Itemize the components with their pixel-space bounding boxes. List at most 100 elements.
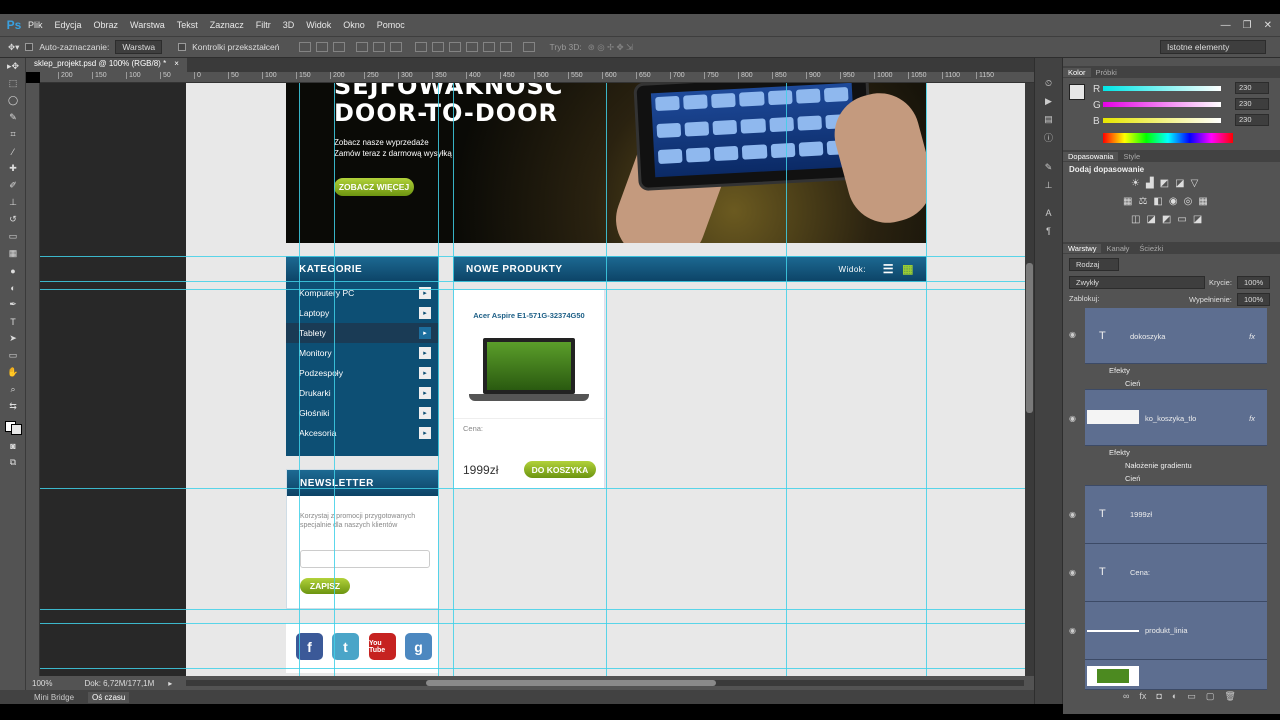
swap-colors-icon[interactable]: ⇆ — [0, 398, 26, 415]
vibrance-icon[interactable]: ▽ — [1191, 178, 1199, 189]
menu-item-file[interactable]: Plik — [28, 20, 43, 30]
restore-button[interactable]: ❐ — [1243, 20, 1252, 31]
workspace-dropdown[interactable]: Istotne elementy — [1160, 40, 1266, 54]
quick-select-tool-icon[interactable]: ✎ — [0, 109, 26, 126]
blue-value[interactable]: 230 — [1235, 114, 1269, 126]
zoom-tool-icon[interactable]: ⌕ — [0, 381, 26, 398]
fill-input[interactable]: 100% — [1237, 293, 1271, 306]
layer-row[interactable]: produkt_linia — [1085, 602, 1267, 660]
type-tool-icon[interactable]: T — [0, 313, 26, 330]
crop-tool-icon[interactable]: ⌗ — [0, 126, 26, 143]
newsletter-submit-button[interactable]: ZAPISZ — [300, 578, 350, 594]
stamp-tool-icon[interactable]: ⊥ — [0, 194, 26, 211]
guide-horizontal[interactable] — [40, 668, 1025, 669]
layer-row[interactable]: T dokoszyka fx — [1085, 308, 1267, 364]
status-arrow-icon[interactable]: ▸ — [168, 679, 172, 688]
layer-row[interactable]: ko_koszyka_tlo fx — [1085, 390, 1267, 446]
red-slider[interactable] — [1103, 86, 1221, 91]
eye-icon[interactable]: ◉ — [1069, 568, 1076, 577]
mask-icon[interactable]: ◘ — [1156, 691, 1161, 702]
vertical-ruler[interactable] — [26, 83, 40, 676]
history-brush-tool-icon[interactable]: ↺ — [0, 211, 26, 228]
screen-mode-icon[interactable]: ⧉ — [0, 454, 26, 471]
align-left-icon[interactable] — [356, 42, 369, 52]
trash-icon[interactable]: 🗑 — [1224, 691, 1235, 702]
menu-item-help[interactable]: Pomoc — [377, 20, 405, 30]
link-icon[interactable]: ∞ — [1123, 691, 1129, 702]
auto-select-checkbox[interactable] — [25, 43, 34, 51]
dodge-tool-icon[interactable]: ◐ — [0, 279, 26, 296]
brush-tool-icon[interactable]: ✐ — [0, 177, 26, 194]
hscroll-thumb[interactable] — [426, 680, 717, 686]
google-icon[interactable]: g — [405, 633, 432, 660]
hand-tool-icon[interactable]: ✋ — [0, 364, 26, 381]
mode-3d-icons[interactable]: ⊛ ◎ ✢ ✥ ⇲ — [588, 42, 633, 53]
selective-color-icon[interactable]: ◪ — [1193, 214, 1202, 225]
horizontal-ruler[interactable]: 200 150 100 50 0 50 100 150 200 250 300 350 400 450 50… — [40, 72, 1034, 83]
shape-tool-icon[interactable]: ▭ — [0, 347, 26, 364]
gradient-map-icon[interactable]: ▭ — [1177, 214, 1186, 225]
distribute-left-icon[interactable] — [466, 42, 479, 52]
marquee-tool-icon[interactable]: ⬚ — [0, 75, 26, 92]
green-value[interactable]: 230 — [1235, 98, 1269, 110]
tab-color[interactable]: Kolor — [1063, 67, 1091, 77]
tab-timeline[interactable]: Oś czasu — [88, 691, 130, 703]
category-item[interactable]: Komputery PC ▸ — [286, 283, 439, 303]
guide-vertical[interactable] — [453, 83, 454, 676]
color-swatches[interactable] — [0, 415, 26, 437]
eraser-tool-icon[interactable]: ▭ — [0, 228, 26, 245]
twitter-icon[interactable]: t — [332, 633, 359, 660]
canvas-area[interactable]: SEJFOWAKNOŚĆ DOOR-TO-DOOR Zobacz nasze w… — [40, 83, 1025, 676]
menu-item-filter[interactable]: Filtr — [256, 20, 271, 30]
zoom-level[interactable]: 100% — [32, 679, 52, 688]
properties-icon[interactable]: ▤ — [1035, 110, 1062, 128]
tab-channels[interactable]: Kanały — [1101, 244, 1134, 253]
tab-adjustments[interactable]: Dopasowania — [1063, 151, 1119, 161]
youtube-icon[interactable]: You Tube — [369, 633, 396, 660]
minimize-button[interactable]: — — [1221, 20, 1231, 31]
distribute-right-icon[interactable] — [500, 42, 513, 52]
product-card[interactable]: Acer Aspire E1-571G-32374G50 Cena: 1999z… — [453, 289, 605, 489]
hero-cta-button[interactable]: ZOBACZ WIĘCEJ — [334, 178, 414, 196]
move-tool-icon[interactable]: ▸✥ — [0, 58, 26, 75]
guide-vertical[interactable] — [334, 83, 335, 676]
effect-shadow[interactable]: Cień — [1125, 379, 1140, 388]
threshold-icon[interactable]: ◩ — [1162, 214, 1171, 225]
brightness-icon[interactable]: ☀ — [1131, 178, 1140, 189]
document-tab[interactable]: sklep_projekt.psd @ 100% (RGB/8) * × — [26, 58, 187, 72]
adjustment-layer-icon[interactable]: ◐ — [1172, 691, 1177, 702]
photo-filter-icon[interactable]: ◉ — [1169, 196, 1178, 207]
layer-row[interactable]: T 1999zł — [1085, 486, 1267, 544]
blur-tool-icon[interactable]: ● — [0, 262, 26, 279]
blue-slider[interactable] — [1103, 118, 1221, 123]
align-bottom-icon[interactable] — [333, 42, 346, 52]
category-item[interactable]: Akcesoria ▸ — [286, 423, 439, 443]
guide-horizontal[interactable] — [40, 281, 1025, 282]
distribute-bottom-icon[interactable] — [449, 42, 462, 52]
actions-icon[interactable]: ▶ — [1035, 92, 1062, 110]
eye-icon[interactable]: ◉ — [1069, 414, 1076, 423]
effect-shadow[interactable]: Cień — [1125, 474, 1140, 483]
brush-presets-icon[interactable]: ✎ — [1035, 158, 1062, 176]
lasso-tool-icon[interactable]: ◯ — [0, 92, 26, 109]
new-layer-icon[interactable]: ▢ — [1206, 691, 1215, 702]
opacity-input[interactable]: 100% — [1237, 276, 1271, 289]
clone-source-icon[interactable]: ⊥ — [1035, 176, 1062, 194]
auto-select-target-dropdown[interactable]: Warstwa — [115, 40, 163, 54]
category-item[interactable]: Podzespoły ▸ — [286, 363, 439, 383]
auto-align-icon[interactable] — [523, 42, 536, 52]
invert-icon[interactable]: ◫ — [1131, 214, 1140, 225]
menu-item-window[interactable]: Okno — [343, 20, 365, 30]
align-hcenter-icon[interactable] — [373, 42, 386, 52]
layer-row[interactable] — [1085, 660, 1267, 690]
tab-layers[interactable]: Warstwy — [1063, 243, 1102, 253]
distribute-hcenter-icon[interactable] — [483, 42, 496, 52]
scroll-thumb[interactable] — [1026, 263, 1033, 413]
character-icon[interactable]: A — [1035, 204, 1062, 222]
eye-icon[interactable]: ◉ — [1069, 626, 1076, 635]
menu-item-view[interactable]: Widok — [306, 20, 331, 30]
list-view-icon[interactable]: ☰ — [883, 262, 894, 276]
menu-item-image[interactable]: Obraz — [94, 20, 119, 30]
guide-vertical[interactable] — [438, 83, 439, 676]
eye-icon[interactable]: ◉ — [1069, 510, 1076, 519]
